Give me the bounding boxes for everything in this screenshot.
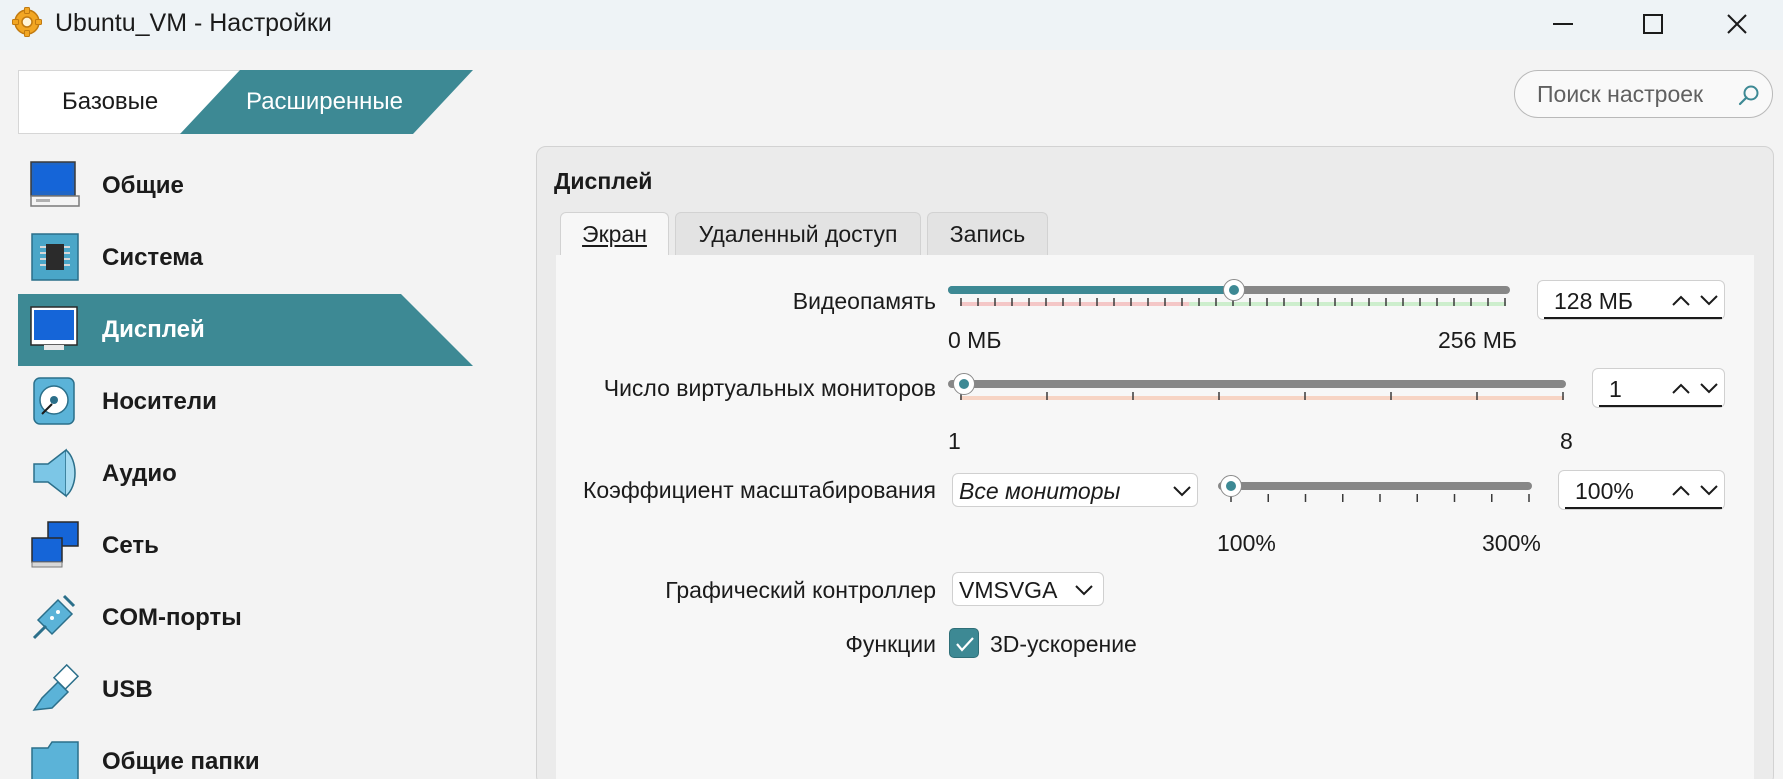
- sidebar-item-network[interactable]: Сеть: [18, 510, 473, 582]
- sidebar-item-label: Система: [102, 244, 204, 271]
- controller-select[interactable]: VMSVGA: [952, 572, 1104, 606]
- page-title: Дисплей: [554, 168, 653, 194]
- tab-label: Удаленный доступ: [698, 221, 898, 247]
- scale-ticks: [1230, 494, 1530, 502]
- monitors-value: 1: [1609, 376, 1622, 402]
- video-memory-label: Видеопамять: [792, 288, 936, 314]
- tab-remote-access[interactable]: Удаленный доступ: [675, 212, 921, 256]
- checkmark-icon: [956, 637, 974, 652]
- scale-slider-track[interactable]: [1218, 482, 1532, 490]
- sidebar-item-system[interactable]: Система: [18, 222, 473, 294]
- settings-search[interactable]: [1514, 70, 1773, 118]
- sidebar-item-storage[interactable]: Носители: [18, 366, 473, 438]
- chevron-down-icon[interactable]: [1700, 484, 1718, 496]
- controller-select-value: VMSVGA: [959, 577, 1058, 603]
- chevron-down-icon[interactable]: [1700, 294, 1718, 306]
- maximize-button[interactable]: [1606, 0, 1698, 50]
- accel-3d-label: 3D-ускорение: [990, 631, 1137, 657]
- scale-label: Коэффициент масштабирования: [582, 477, 936, 503]
- monitors-spinbox[interactable]: 1: [1592, 368, 1725, 408]
- settings-sidebar: Общие Система Дисплей Носители Аудио Сет…: [18, 150, 473, 779]
- accel-3d-checkbox[interactable]: [949, 628, 979, 658]
- slider-zone: [1189, 302, 1506, 306]
- maximize-icon: [1643, 14, 1663, 34]
- monitors-ticks: [960, 392, 1564, 400]
- chip-icon: [31, 233, 79, 281]
- scale-min: 100%: [1217, 530, 1276, 556]
- close-icon: [1727, 14, 1747, 34]
- sidebar-item-label: Дисплей: [102, 316, 205, 343]
- chevron-down-icon: [1173, 486, 1191, 497]
- scale-value: 100%: [1575, 478, 1634, 504]
- window-title: Ubuntu_VM - Настройки: [55, 9, 332, 37]
- sidebar-item-label: Аудио: [102, 460, 177, 487]
- mode-advanced-label: Расширенные: [246, 88, 404, 115]
- monitors-label: Число виртуальных мониторов: [603, 375, 936, 401]
- sidebar-item-general[interactable]: Общие: [18, 150, 473, 222]
- slider-zone: [960, 396, 1564, 400]
- app-gear-icon: [12, 7, 42, 37]
- sidebar-item-label: COM-порты: [102, 604, 242, 631]
- display-icon: [30, 306, 78, 350]
- minimize-icon: [1553, 23, 1573, 25]
- monitors-min: 1: [948, 428, 961, 454]
- sidebar-item-shared-folders[interactable]: Общие папки: [18, 726, 473, 779]
- scale-slider-handle[interactable]: [1220, 475, 1242, 497]
- minimize-button[interactable]: [1516, 0, 1608, 50]
- speaker-icon: [33, 448, 76, 498]
- sidebar-item-usb[interactable]: USB: [18, 654, 473, 726]
- controller-label: Графический контроллер: [665, 577, 936, 603]
- sidebar-item-audio[interactable]: Аудио: [18, 438, 473, 510]
- chevron-up-icon[interactable]: [1672, 294, 1690, 306]
- sidebar-item-label: USB: [102, 676, 153, 703]
- monitor-select[interactable]: Все мониторы: [952, 473, 1198, 507]
- chevron-up-icon[interactable]: [1672, 484, 1690, 496]
- serial-port-icon: [32, 594, 76, 640]
- tab-label: Запись: [949, 221, 1026, 247]
- monitor-select-value: Все мониторы: [959, 478, 1121, 504]
- search-input[interactable]: [1537, 80, 1727, 108]
- tab-content: [556, 255, 1754, 779]
- sidebar-item-label: Общие: [102, 172, 184, 199]
- close-button[interactable]: [1690, 0, 1782, 50]
- video-memory-slider-handle[interactable]: [1223, 279, 1245, 301]
- video-memory-max: 256 МБ: [1438, 327, 1518, 353]
- network-icon: [31, 521, 79, 568]
- monitors-max: 8: [1560, 428, 1573, 454]
- sidebar-item-label: Носители: [102, 388, 217, 415]
- chevron-down-icon[interactable]: [1700, 382, 1718, 394]
- monitors-slider-track[interactable]: [948, 380, 1566, 388]
- monitors-slider-handle[interactable]: [953, 373, 975, 395]
- scale-spinbox[interactable]: 100%: [1558, 470, 1725, 510]
- sidebar-item-label: Сеть: [102, 532, 159, 559]
- folder-icon: [31, 741, 79, 779]
- video-memory-spinbox[interactable]: 128 МБ: [1537, 280, 1725, 320]
- video-memory-slider-fill: [948, 286, 1234, 294]
- chevron-up-icon[interactable]: [1672, 382, 1690, 394]
- mode-switch: Базовые Расширенные: [18, 70, 473, 134]
- chevron-down-icon: [1075, 585, 1093, 596]
- video-memory-min: 0 МБ: [948, 327, 1002, 353]
- tab-recording[interactable]: Запись: [927, 212, 1048, 256]
- general-monitor-icon: [30, 161, 80, 207]
- scale-max: 300%: [1482, 530, 1541, 556]
- tab-label: Экран: [582, 221, 647, 247]
- features-label: Функции: [845, 631, 936, 657]
- sidebar-item-display[interactable]: Дисплей: [18, 294, 473, 366]
- search-icon[interactable]: [1737, 83, 1761, 107]
- mode-basic-label: Базовые: [62, 88, 159, 115]
- sidebar-item-label: Общие папки: [102, 748, 260, 775]
- sidebar-item-serial[interactable]: COM-порты: [18, 582, 473, 654]
- tab-screen[interactable]: Экран: [560, 212, 669, 256]
- video-memory-value: 128 МБ: [1554, 288, 1634, 314]
- disk-icon: [33, 377, 75, 425]
- usb-icon: [32, 663, 80, 711]
